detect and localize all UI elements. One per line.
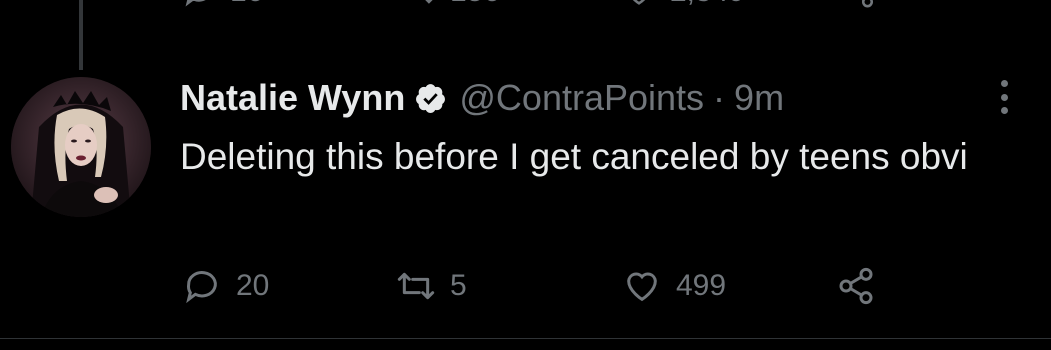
prev-share-action[interactable] (842, 0, 876, 9)
prev-like-action[interactable]: 2,349 (622, 0, 745, 9)
heart-icon (632, 0, 646, 5)
avatar[interactable] (11, 77, 151, 217)
share-icon (861, 0, 874, 8)
retweet-icon (425, 0, 433, 4)
prev-reply-count: 16 (230, 0, 263, 9)
like-button[interactable]: 499 (622, 262, 726, 310)
prev-reply-action[interactable]: 16 (182, 0, 263, 9)
tweet-actions: 20 5 499 (182, 262, 902, 310)
timestamp[interactable]: 9m (734, 76, 784, 120)
tweet-screenshot: 16 156 2,349 (0, 0, 1051, 350)
separator-dot: · (713, 77, 726, 118)
tweet-text: Deleting this before I get canceled by t… (180, 136, 968, 177)
more-dot (1000, 80, 1008, 87)
reply-icon (185, 0, 206, 7)
heart-icon (627, 272, 657, 302)
tweet-header: Natalie Wynn @ContraPoints · 9m (180, 76, 784, 120)
reply-button[interactable]: 20 (182, 262, 269, 310)
thread-connector-line (79, 0, 83, 70)
prev-like-count: 2,349 (670, 0, 745, 9)
display-name[interactable]: Natalie Wynn (180, 76, 405, 120)
reply-icon (186, 271, 217, 304)
like-count: 499 (676, 269, 727, 302)
retweet-count: 5 (450, 269, 467, 302)
more-dot (1000, 93, 1008, 101)
reply-count: 20 (236, 269, 270, 302)
prev-retweet-action[interactable]: 156 (402, 0, 500, 9)
share-button[interactable] (836, 262, 876, 310)
previous-tweet-actions: 16 156 2,349 (182, 0, 902, 14)
verified-badge-icon (416, 83, 446, 113)
retweet-button[interactable]: 5 (396, 262, 467, 310)
prev-retweet-count: 156 (450, 0, 500, 9)
retweet-icon (397, 272, 435, 300)
more-options-icon[interactable] (992, 80, 1016, 114)
divider (0, 338, 1051, 339)
avatar-image (11, 77, 151, 217)
share-icon (839, 267, 873, 305)
handle[interactable]: @ContraPoints (459, 76, 704, 120)
more-dot (1000, 107, 1008, 114)
